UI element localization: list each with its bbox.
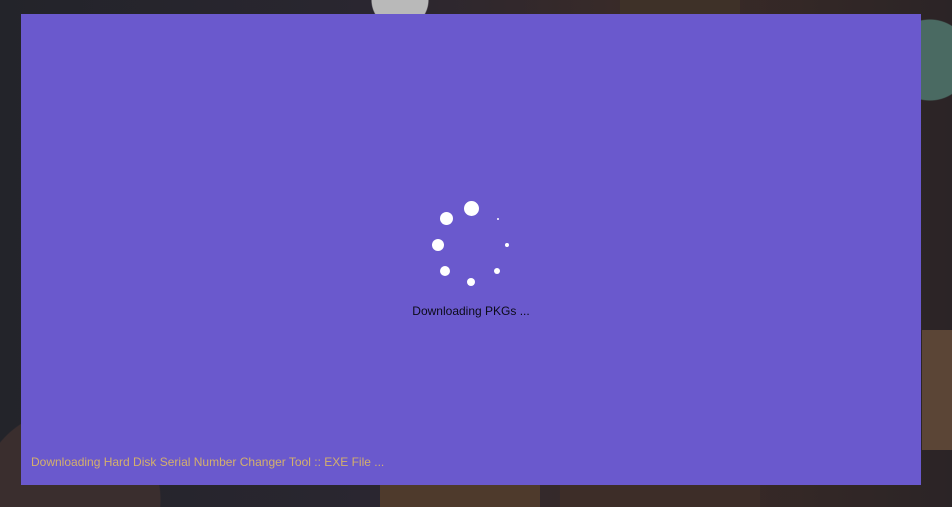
spinner-dot [505, 243, 509, 247]
spinner-dot [440, 212, 453, 225]
loading-spinner-icon [432, 201, 509, 286]
loading-message: Downloading PKGs ... [412, 304, 530, 318]
spinner-dot [440, 266, 450, 276]
wallpaper-detail [620, 0, 740, 14]
spinner-dot [432, 239, 444, 251]
installer-window: Downloading PKGs ... Downloading Hard Di… [21, 14, 921, 485]
status-message: Downloading Hard Disk Serial Number Chan… [31, 455, 385, 469]
spinner-dot [467, 278, 475, 286]
wallpaper-detail [922, 330, 952, 450]
spinner-dot [494, 268, 500, 274]
spinner-dot [464, 201, 479, 216]
wallpaper-detail [560, 485, 760, 507]
spinner-dot [497, 218, 499, 220]
